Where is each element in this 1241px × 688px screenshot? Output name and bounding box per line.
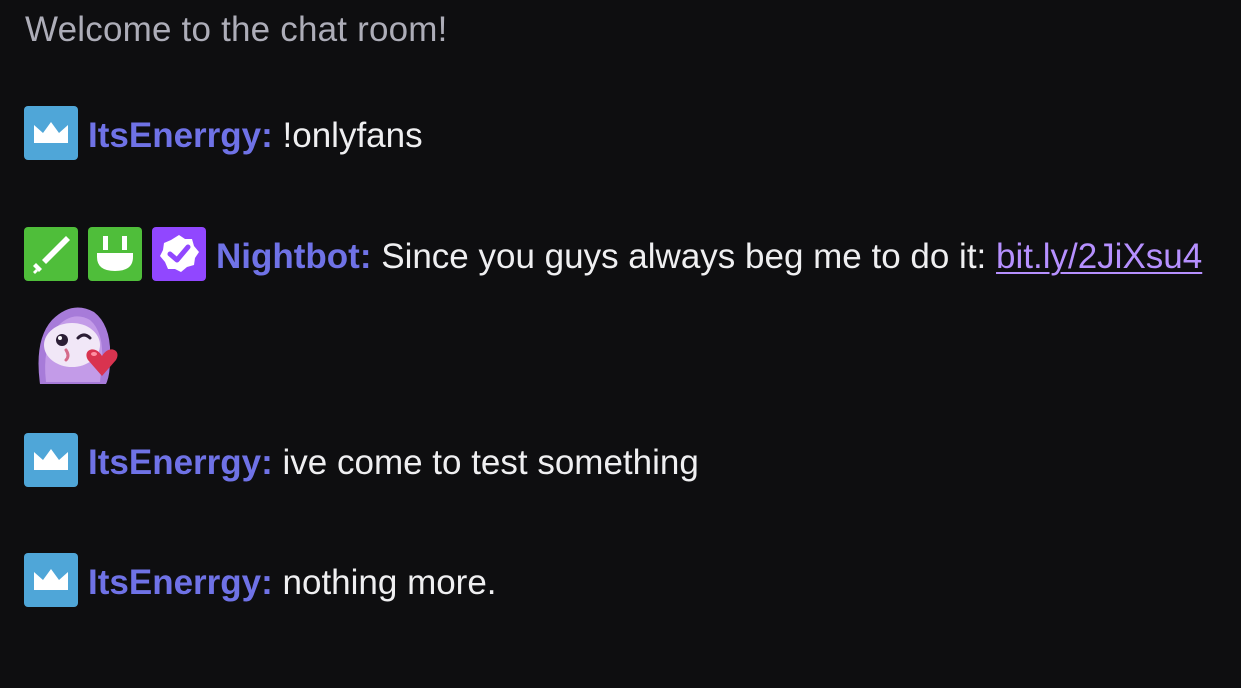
chat-message: ItsEnerrgy: nothing more. — [24, 540, 1219, 626]
chat-message-text: Since you guys always beg me to do it: — [381, 237, 987, 276]
chat-username[interactable]: ItsEnerrgy: — [88, 563, 273, 602]
crown-icon[interactable] — [24, 553, 78, 607]
heart-kiss-emote — [32, 300, 124, 384]
crown-icon[interactable] — [24, 433, 78, 487]
chat-message: Nightbot: Since you guys always beg me t… — [24, 214, 1219, 406]
verified-icon[interactable] — [152, 227, 206, 281]
chat-welcome: Welcome to the chat room! — [25, 10, 448, 49]
smile-icon[interactable] — [88, 227, 142, 281]
crown-icon[interactable] — [24, 106, 78, 160]
chat-message-text: !onlyfans — [282, 116, 423, 155]
chat-message-text: nothing more. — [282, 563, 497, 602]
chat-username[interactable]: Nightbot: — [216, 237, 371, 276]
chat-message-text: ive come to test something — [282, 443, 699, 482]
chat-username[interactable]: ItsEnerrgy: — [88, 116, 273, 155]
chat-username[interactable]: ItsEnerrgy: — [88, 443, 273, 482]
chat-link[interactable]: bit.ly/2JiXsu4 — [996, 237, 1202, 276]
chat-message: ItsEnerrgy: !onlyfans — [24, 93, 1219, 179]
chat-message: ItsEnerrgy: ive come to test something — [24, 420, 1219, 506]
sword-icon[interactable] — [24, 227, 78, 281]
